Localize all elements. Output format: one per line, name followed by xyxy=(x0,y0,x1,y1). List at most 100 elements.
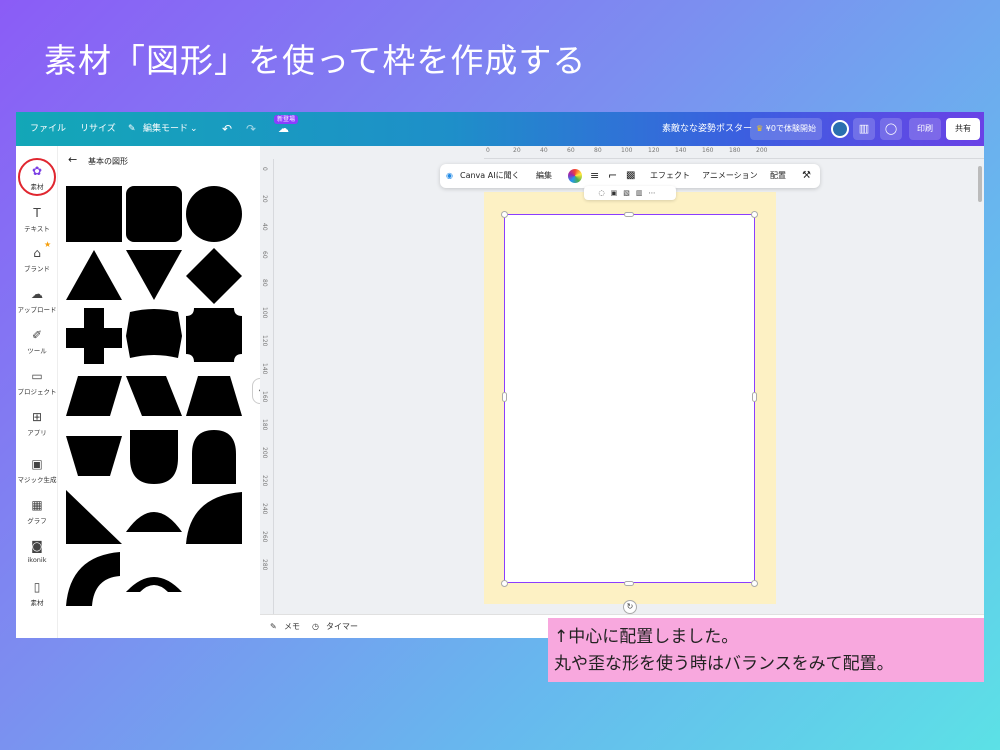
shape-parallelogram-2[interactable] xyxy=(126,376,182,416)
apps-icon: ⊞ xyxy=(31,410,43,424)
rail-item-projects[interactable]: ▭ プロジェクト xyxy=(16,369,58,396)
rail-item-elements[interactable]: ✿ 素材 xyxy=(16,164,58,191)
horizontal-ruler: 0 20 40 60 80 100 120 140 160 180 200 xyxy=(484,146,984,159)
rail-item-elements-2[interactable]: ▯ 素材 xyxy=(16,580,58,607)
resize-handle[interactable] xyxy=(502,392,507,402)
shape-arc[interactable] xyxy=(66,552,120,606)
share-button[interactable]: 共有 xyxy=(946,118,980,140)
timer-icon: ◷ xyxy=(312,622,319,631)
panel-title: 基本の図形 xyxy=(88,157,128,166)
comment-icon[interactable]: ◯ xyxy=(880,118,902,140)
resize-button[interactable]: リサイズ xyxy=(80,112,116,146)
vertical-scrollbar[interactable] xyxy=(978,166,982,202)
shape-banner[interactable] xyxy=(126,309,182,358)
text-icon: T xyxy=(33,206,41,220)
shape-triangle[interactable] xyxy=(66,250,122,300)
cloud-save-icon[interactable]: ☁ xyxy=(278,112,289,146)
canva-ai-button[interactable]: Canva AIに聞く xyxy=(460,164,520,188)
shape-circle[interactable] xyxy=(186,186,242,242)
timer-button[interactable]: タイマー xyxy=(326,615,358,638)
design-page[interactable] xyxy=(484,192,776,604)
rail-item-chart[interactable]: ▦ グラフ xyxy=(16,498,58,525)
shape-half-circle[interactable] xyxy=(126,512,182,532)
shape-quarter-circle[interactable] xyxy=(186,492,242,544)
print-button[interactable]: 印刷 xyxy=(909,118,941,140)
animation-button[interactable]: アニメーション xyxy=(702,164,758,188)
arrange-button[interactable]: 配置 xyxy=(770,164,786,188)
left-rail: ✿ 素材 T テキスト ★ ⌂ ブランド ☁ アップロード ✐ ツール ▭ プロ… xyxy=(16,146,58,638)
paint-roller-icon[interactable]: ⚒ xyxy=(802,164,811,188)
rail-label: テキスト xyxy=(24,225,50,233)
edit-button[interactable]: 編集 xyxy=(536,164,552,188)
shape-inverted-triangle[interactable] xyxy=(126,250,182,300)
edit-mode-dropdown[interactable]: 編集モード xyxy=(143,112,188,146)
resize-handle[interactable] xyxy=(752,392,757,402)
rail-item-text[interactable]: T テキスト xyxy=(16,206,58,233)
resize-handle[interactable] xyxy=(501,580,508,587)
border-style-icon[interactable]: ≡ xyxy=(590,164,599,188)
shape-ticket[interactable] xyxy=(186,308,242,362)
file-icon: ▯ xyxy=(33,580,41,594)
ruler-tick: 40 xyxy=(540,147,548,154)
rail-item-upload[interactable]: ☁ アップロード xyxy=(16,287,58,314)
document-title[interactable]: 素敵なな姿勢ポスター xyxy=(662,112,752,146)
corner-radius-icon[interactable]: ⌐ xyxy=(608,164,617,188)
crown-icon: ♛ xyxy=(756,124,764,133)
transparency-icon[interactable]: ▩ xyxy=(626,164,635,188)
resize-handle[interactable] xyxy=(624,581,634,586)
ruler-tick: 180 xyxy=(729,147,741,154)
analytics-icon[interactable]: ▥ xyxy=(853,118,875,140)
memo-button[interactable]: メモ xyxy=(284,615,300,638)
vertical-ruler: 0 20 40 60 80 100 120 140 160 180 200 22… xyxy=(260,159,274,638)
shape-parallelogram[interactable] xyxy=(66,376,122,416)
rail-item-apps[interactable]: ⊞ アプリ xyxy=(16,410,58,437)
elements-icon: ✿ xyxy=(31,164,43,178)
color-picker-icon[interactable] xyxy=(568,169,582,183)
magic-icon: ▣ xyxy=(31,457,43,471)
avatar[interactable] xyxy=(831,120,849,138)
resize-handle[interactable] xyxy=(624,212,634,217)
note-line-2: 丸や歪な形を使う時はバランスをみて配置。 xyxy=(554,654,894,674)
shape-square[interactable] xyxy=(66,186,122,242)
redo-icon[interactable]: ↷ xyxy=(246,112,256,146)
trial-button[interactable]: ♛ ¥0で体験開始 xyxy=(750,118,822,140)
shape-right-triangle[interactable] xyxy=(66,490,122,544)
ruler-tick: 60 xyxy=(567,147,575,154)
slide-title: 素材「図形」を使って枠を作成する xyxy=(44,41,587,80)
ruler-tick: 260 xyxy=(261,531,268,543)
shape-rounded-square[interactable] xyxy=(126,186,182,242)
resize-handle[interactable] xyxy=(501,211,508,218)
resize-handle[interactable] xyxy=(751,580,758,587)
rail-label: ikonik xyxy=(27,556,47,564)
selected-frame-shape[interactable] xyxy=(504,214,755,583)
effects-button[interactable]: エフェクト xyxy=(650,164,690,188)
element-mini-toolbar[interactable]: ◌▣▧▥⋯ xyxy=(584,186,676,200)
cloud-upload-icon: ☁ xyxy=(31,287,43,301)
ruler-tick: 160 xyxy=(261,391,268,403)
chevron-down-icon: ⌄ xyxy=(190,124,198,134)
rail-item-ikonik[interactable]: ◙ ikonik xyxy=(16,539,58,564)
rail-item-brand[interactable]: ⌂ ブランド xyxy=(16,246,58,273)
shape-cross[interactable] xyxy=(66,308,122,364)
back-arrow-icon[interactable]: ← xyxy=(68,153,77,166)
canva-editor-screenshot: ファイル リサイズ ✎ 編集モード ⌄ ↶ ↷ 新登場 ☁ 素敵なな姿勢ポスター… xyxy=(16,112,984,638)
shape-half-ring[interactable] xyxy=(126,577,182,592)
undo-icon[interactable]: ↶ xyxy=(222,112,232,146)
file-menu[interactable]: ファイル xyxy=(30,112,66,146)
shape-u-shape[interactable] xyxy=(130,430,178,484)
shape-arch[interactable] xyxy=(192,430,236,484)
ruler-tick: 100 xyxy=(261,307,268,319)
shape-diamond[interactable] xyxy=(186,248,242,304)
rotate-icon[interactable]: ↻ xyxy=(623,600,637,614)
rail-item-magic[interactable]: ▣ マジック生成 xyxy=(16,457,58,484)
rail-item-tools[interactable]: ✐ ツール xyxy=(16,328,58,355)
shape-inverted-trapezoid[interactable] xyxy=(66,436,122,476)
rail-label: マジック生成 xyxy=(17,476,57,484)
rail-label: ツール xyxy=(27,347,47,355)
brand-icon: ⌂ xyxy=(33,246,41,260)
shape-trapezoid[interactable] xyxy=(186,376,242,416)
ruler-tick: 40 xyxy=(261,223,268,231)
ruler-tick: 140 xyxy=(261,363,268,375)
ruler-tick: 180 xyxy=(261,419,268,431)
resize-handle[interactable] xyxy=(751,211,758,218)
